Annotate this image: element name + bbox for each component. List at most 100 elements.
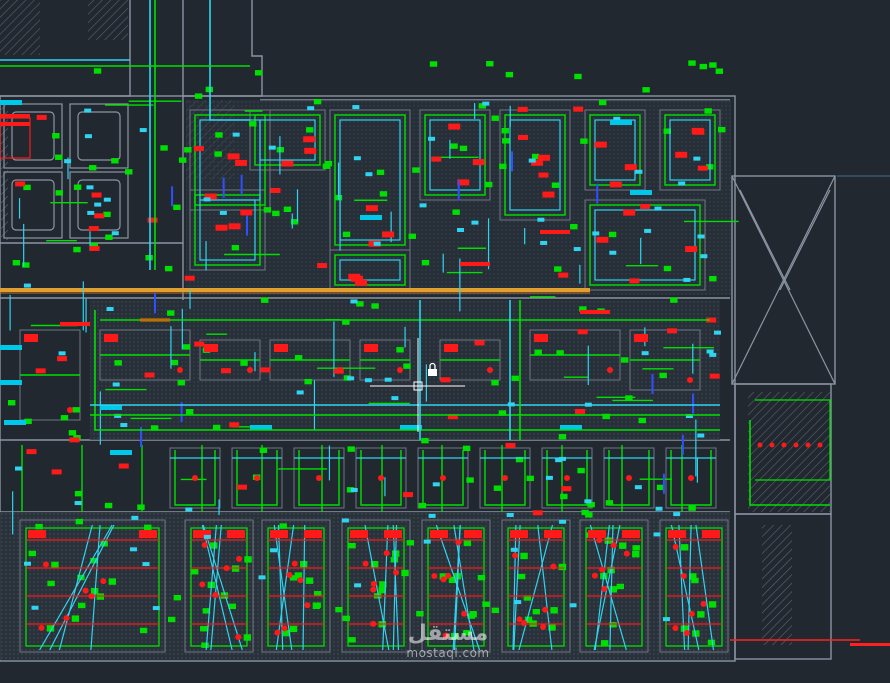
duct-fitting — [462, 445, 471, 452]
equipment-block — [229, 422, 240, 428]
valve-symbol — [626, 475, 632, 481]
fcu-unit — [139, 530, 157, 538]
duct-fitting — [55, 154, 63, 160]
equipment-block — [281, 160, 294, 167]
duct-fitting — [294, 355, 303, 361]
duct-fitting — [616, 583, 624, 590]
duct-fitting — [212, 424, 221, 431]
valve-symbol — [393, 569, 400, 576]
air-diffuser — [569, 603, 577, 608]
duct-fitting — [111, 158, 119, 164]
valve-symbol — [291, 560, 298, 567]
tag-plate — [110, 450, 132, 455]
tag-plate — [360, 215, 382, 220]
duct-fitting — [378, 586, 386, 594]
air-diffuser — [428, 136, 436, 141]
cad-drawing-canvas[interactable] — [0, 0, 890, 683]
equipment-block — [623, 209, 636, 216]
duct-fitting — [715, 68, 724, 74]
equipment-block — [237, 484, 248, 490]
equipment-block — [88, 226, 99, 232]
equipment-block — [505, 442, 516, 448]
air-diffuser — [365, 172, 373, 177]
equipment-block — [69, 437, 80, 443]
air-diffuser — [131, 515, 139, 520]
tag-plate — [0, 380, 22, 385]
air-diffuser — [662, 617, 670, 622]
tag-plate — [60, 322, 90, 326]
equipment-block — [193, 146, 204, 152]
duct-fitting — [585, 512, 593, 518]
duct-fitting — [704, 108, 712, 114]
duct-fitting — [379, 191, 388, 197]
air-diffuser — [635, 169, 643, 174]
duct-fitting — [215, 132, 223, 138]
duct-fitting — [103, 211, 111, 218]
duct-fitting — [659, 372, 667, 379]
air-diffuser — [74, 501, 82, 506]
air-diffuser — [678, 181, 686, 186]
air-diffuser — [111, 231, 119, 236]
fcu-unit — [622, 530, 640, 538]
air-diffuser — [432, 482, 440, 487]
air-diffuser — [268, 145, 276, 150]
air-diffuser — [471, 220, 479, 225]
valve-symbol — [199, 581, 206, 588]
watermark-latin: mostaql.com — [406, 646, 490, 660]
duct-fitting — [313, 591, 322, 597]
tag-plate — [630, 190, 652, 195]
tag-plate — [0, 100, 22, 105]
duct-fitting — [182, 344, 191, 350]
duct-fitting — [177, 379, 185, 386]
valve-symbol — [502, 475, 508, 481]
duct-fitting — [625, 395, 633, 401]
equipment-block — [26, 449, 37, 455]
duct-fitting — [421, 437, 429, 444]
equipment-block — [382, 231, 395, 238]
valve-symbol — [687, 377, 693, 383]
air-diffuser — [350, 487, 358, 492]
valve-symbol — [540, 623, 547, 630]
duct-fitting — [356, 301, 364, 307]
air-diffuser — [644, 228, 652, 233]
duct-fitting — [491, 380, 499, 386]
duct-fitting — [139, 627, 148, 634]
air-diffuser — [64, 159, 72, 164]
equipment-block — [596, 236, 609, 243]
equipment-block — [538, 172, 549, 178]
duct-fitting — [170, 359, 179, 366]
duct-fitting — [605, 500, 614, 506]
air-diffuser — [364, 378, 372, 383]
valve-symbol — [286, 572, 293, 579]
fcu-unit — [304, 530, 322, 538]
valve-symbol — [440, 576, 447, 583]
equipment-block — [304, 147, 317, 154]
duct-fitting — [263, 207, 272, 213]
air-diffuser — [84, 134, 92, 139]
duct-fitting — [580, 138, 588, 144]
duct-fitting — [570, 223, 578, 230]
fcu-unit — [510, 530, 528, 538]
valve-symbol — [688, 475, 694, 481]
air-diffuser — [112, 382, 120, 387]
air-diffuser — [573, 247, 581, 252]
duct-fitting — [72, 407, 80, 413]
valve-symbol — [383, 550, 390, 557]
valve-symbol — [700, 600, 707, 607]
duct-fitting — [178, 157, 187, 163]
air-diffuser — [307, 106, 315, 111]
valve-symbol — [805, 442, 811, 448]
duct-fitting — [305, 577, 314, 584]
air-diffuser — [203, 534, 211, 539]
air-diffuser — [152, 606, 160, 611]
duct-fitting — [313, 602, 321, 608]
duct-fitting — [558, 434, 567, 440]
duct-fitting — [173, 204, 181, 211]
air-diffuser — [106, 307, 114, 312]
equipment-block — [431, 156, 442, 162]
duct-fitting — [406, 540, 415, 546]
duct-fitting — [160, 145, 168, 151]
tag-plate — [0, 114, 30, 118]
duct-fitting — [554, 266, 562, 272]
equipment-block — [440, 377, 451, 383]
